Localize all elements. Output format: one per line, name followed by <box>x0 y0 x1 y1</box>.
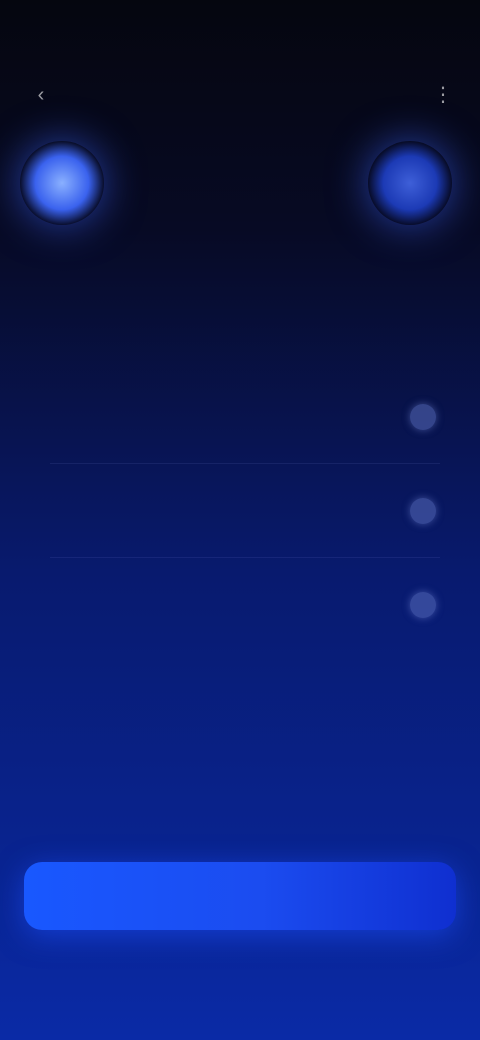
continue-button[interactable] <box>24 862 456 930</box>
radio-button[interactable] <box>410 592 436 618</box>
more-icon: ⋮ <box>433 84 453 106</box>
device-orb-left <box>20 141 104 225</box>
top-nav: ‹ ⋮ <box>0 70 480 120</box>
chevron-left-icon: ‹ <box>37 84 45 106</box>
radio-button[interactable] <box>410 498 436 524</box>
radio-button[interactable] <box>410 404 436 430</box>
device-orb-right <box>368 141 452 225</box>
app-screen: ‹ ⋮ <box>0 0 480 1040</box>
option-item-2[interactable] <box>30 464 450 558</box>
option-item-3[interactable] <box>30 558 450 652</box>
back-button[interactable]: ‹ <box>26 80 56 110</box>
connection-hero <box>0 135 480 235</box>
more-button[interactable]: ⋮ <box>428 80 458 110</box>
option-item-1[interactable] <box>30 370 450 464</box>
options-list <box>30 370 450 652</box>
status-bar <box>0 0 480 60</box>
